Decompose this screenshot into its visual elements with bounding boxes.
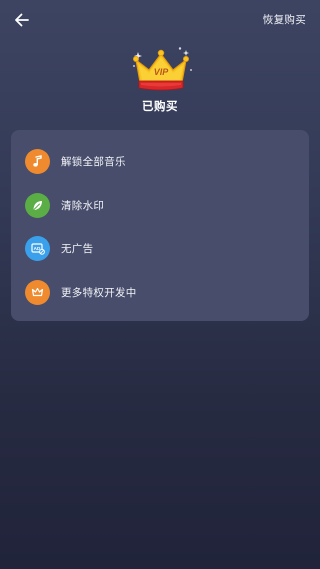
leaf-icon: [25, 192, 50, 218]
feature-remove-watermark: 清除水印: [25, 192, 295, 218]
vip-crown-icon: VIP: [128, 46, 194, 92]
feature-unlock-music: 解锁全部音乐: [25, 148, 295, 174]
purchased-status-label: 已购买: [142, 99, 178, 113]
feature-label: 清除水印: [61, 199, 105, 212]
privileges-card: 解锁全部音乐 清除水印 AD 无广告 更多特权开发中: [11, 130, 309, 321]
feature-more-privileges: 更多特权开发中: [25, 279, 295, 305]
arrow-left-icon: [15, 13, 29, 27]
top-bar: 恢复购买: [0, 0, 320, 40]
music-note-icon: [25, 148, 50, 174]
feature-label: 解锁全部音乐: [61, 155, 126, 168]
feature-no-ads: AD 无广告: [25, 235, 295, 261]
feature-label: 更多特权开发中: [61, 286, 137, 299]
svg-text:VIP: VIP: [154, 67, 170, 77]
crown-icon: [25, 279, 50, 305]
no-ads-icon: AD: [25, 235, 50, 261]
restore-purchase-button[interactable]: 恢复购买: [263, 12, 306, 27]
feature-label: 无广告: [61, 242, 94, 255]
back-button[interactable]: [10, 8, 34, 32]
